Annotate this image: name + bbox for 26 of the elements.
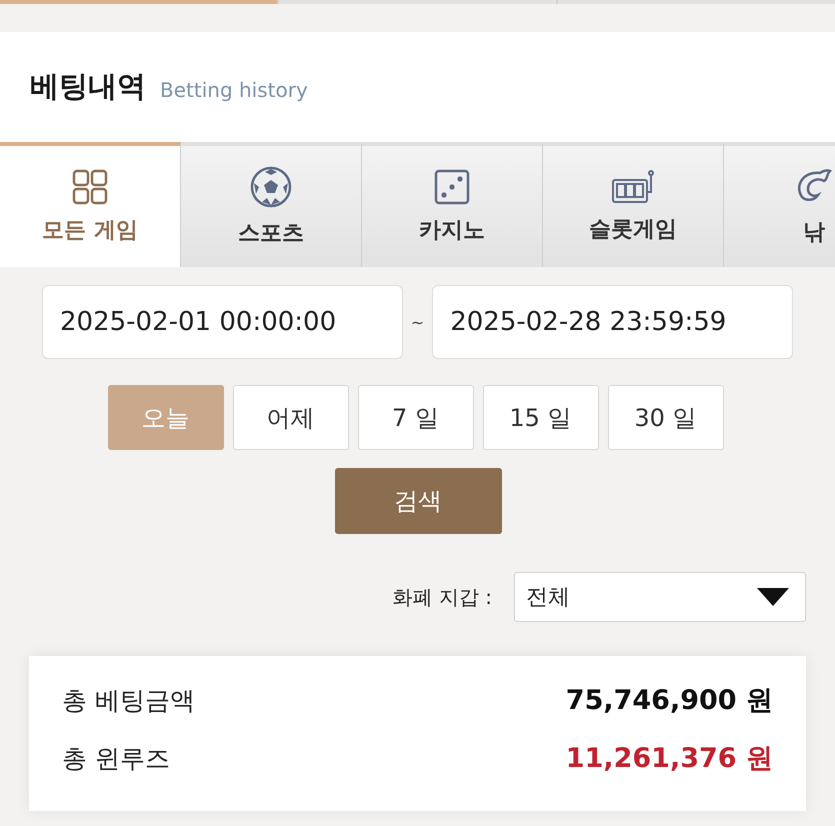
grid-icon — [72, 168, 108, 204]
summary-amount: 11,261,376 원 — [566, 742, 773, 776]
dice-icon — [434, 168, 470, 204]
dropdown-caret-icon — [757, 588, 789, 606]
period-button[interactable]: 7 일 — [358, 385, 474, 450]
category-tab[interactable]: 낚 — [724, 142, 835, 267]
category-tab[interactable]: 카지노 — [362, 142, 543, 267]
summary-amount: 75,746,900 원 — [566, 684, 773, 718]
category-tab[interactable]: 스포츠 — [181, 142, 362, 267]
page-subtitle: Betting history — [160, 78, 308, 102]
slot-machine-icon — [611, 170, 655, 204]
search-button[interactable]: 검색 — [334, 468, 502, 534]
summary-label: 총 베팅금액 — [62, 684, 195, 716]
category-tab[interactable]: 모든 게임 — [0, 142, 181, 267]
period-button[interactable]: 어제 — [232, 385, 348, 450]
page-title: 베팅내역 — [30, 68, 146, 105]
start-date-field[interactable]: 2025-02-01 00:00:00 — [42, 285, 403, 359]
summary-label: 총 윈루즈 — [62, 742, 170, 774]
period-button[interactable]: 15 일 — [482, 385, 598, 450]
end-date-field[interactable]: 2025-02-28 23:59:59 — [432, 285, 793, 359]
range-separator: ~ — [410, 312, 424, 332]
currency-label: 화폐 지갑 : — [392, 584, 492, 610]
period-button[interactable]: 30 일 — [608, 385, 724, 450]
soccer-ball-icon — [250, 166, 292, 208]
currency-select[interactable]: 전체 — [514, 572, 806, 622]
category-tab[interactable]: 슬롯게임 — [543, 142, 724, 267]
